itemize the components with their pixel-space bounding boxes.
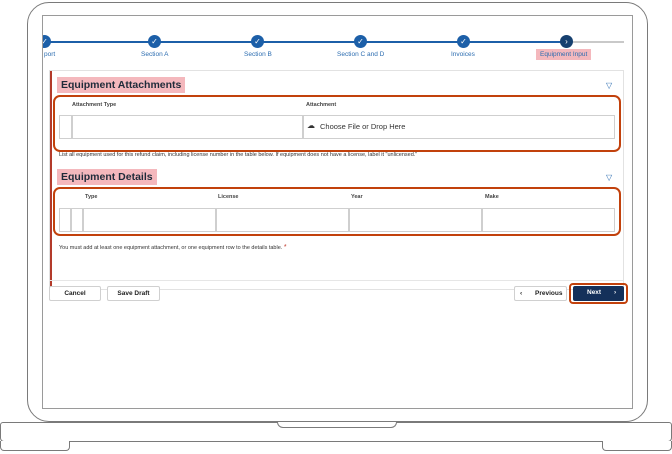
row-select-cell[interactable] <box>71 208 83 232</box>
cloud-upload-icon: ☁ <box>307 121 315 130</box>
stepper-line-remaining <box>568 41 624 43</box>
step-1-check-icon[interactable]: ✓ <box>43 35 51 48</box>
make-cell[interactable] <box>482 208 615 232</box>
type-cell[interactable] <box>83 208 216 232</box>
step-1-label[interactable]: port <box>44 51 55 58</box>
step-4-label[interactable]: Section C and D <box>337 51 384 58</box>
previous-button[interactable]: ‹ Previous <box>514 286 567 301</box>
stepper-line <box>43 41 568 43</box>
step-5-check-icon[interactable]: ✓ <box>457 35 470 48</box>
col-attachment: Attachment <box>306 102 337 108</box>
step-2-label[interactable]: Section A <box>141 51 168 58</box>
details-helper-text: You must add at least one equipment atta… <box>59 244 287 251</box>
next-button[interactable]: Next › <box>573 286 624 301</box>
license-cell[interactable] <box>216 208 349 232</box>
attachment-type-cell[interactable] <box>72 115 303 139</box>
form-footer: Cancel Save Draft ‹ Previous Next › <box>49 280 628 304</box>
required-asterisk: * <box>283 244 287 251</box>
row-select-cell[interactable] <box>59 208 71 232</box>
step-6-label[interactable]: Equipment Input <box>536 49 592 60</box>
section-accent-bar <box>50 71 52 289</box>
col-make: Make <box>485 194 499 200</box>
laptop-notch <box>277 422 397 428</box>
next-label: Next <box>587 289 602 296</box>
progress-stepper: ✓ port ✓ Section A ✓ Section B ✓ Section… <box>43 16 632 66</box>
save-draft-button[interactable]: Save Draft <box>107 286 160 301</box>
year-cell[interactable] <box>349 208 482 232</box>
col-type: Type <box>85 194 98 200</box>
step-6-current-icon[interactable]: › <box>560 35 573 48</box>
col-attachment-type: Attachment Type <box>72 102 117 108</box>
cancel-button[interactable]: Cancel <box>49 286 101 301</box>
step-3-label[interactable]: Section B <box>244 51 272 58</box>
laptop-frame: ✓ port ✓ Section A ✓ Section B ✓ Section… <box>27 2 648 422</box>
filter-icon[interactable]: ▽ <box>606 82 615 90</box>
attachments-title: Equipment Attachments <box>57 77 186 93</box>
details-title: Equipment Details <box>57 169 157 185</box>
laptop-base <box>0 422 672 442</box>
chevron-right-icon: › <box>614 289 617 296</box>
step-5-label[interactable]: Invoices <box>451 51 475 58</box>
row-select-cell[interactable] <box>59 115 72 139</box>
step-2-check-icon[interactable]: ✓ <box>148 35 161 48</box>
app-screen: ✓ port ✓ Section A ✓ Section B ✓ Section… <box>42 15 633 409</box>
col-license: License <box>218 194 239 200</box>
previous-label: Previous <box>535 290 563 297</box>
filter-icon[interactable]: ▽ <box>606 174 615 182</box>
step-3-check-icon[interactable]: ✓ <box>251 35 264 48</box>
col-year: Year <box>351 194 363 200</box>
chevron-left-icon: ‹ <box>520 290 523 297</box>
laptop-foot-left <box>0 441 70 451</box>
upload-text[interactable]: Choose File or Drop Here <box>320 122 405 131</box>
equipment-form: Equipment Attachments ▽ Attachment Type … <box>49 70 624 290</box>
laptop-foot-right <box>602 441 672 451</box>
step-4-check-icon[interactable]: ✓ <box>354 35 367 48</box>
attachments-helper-text: List all equipment used for this refund … <box>59 152 418 158</box>
